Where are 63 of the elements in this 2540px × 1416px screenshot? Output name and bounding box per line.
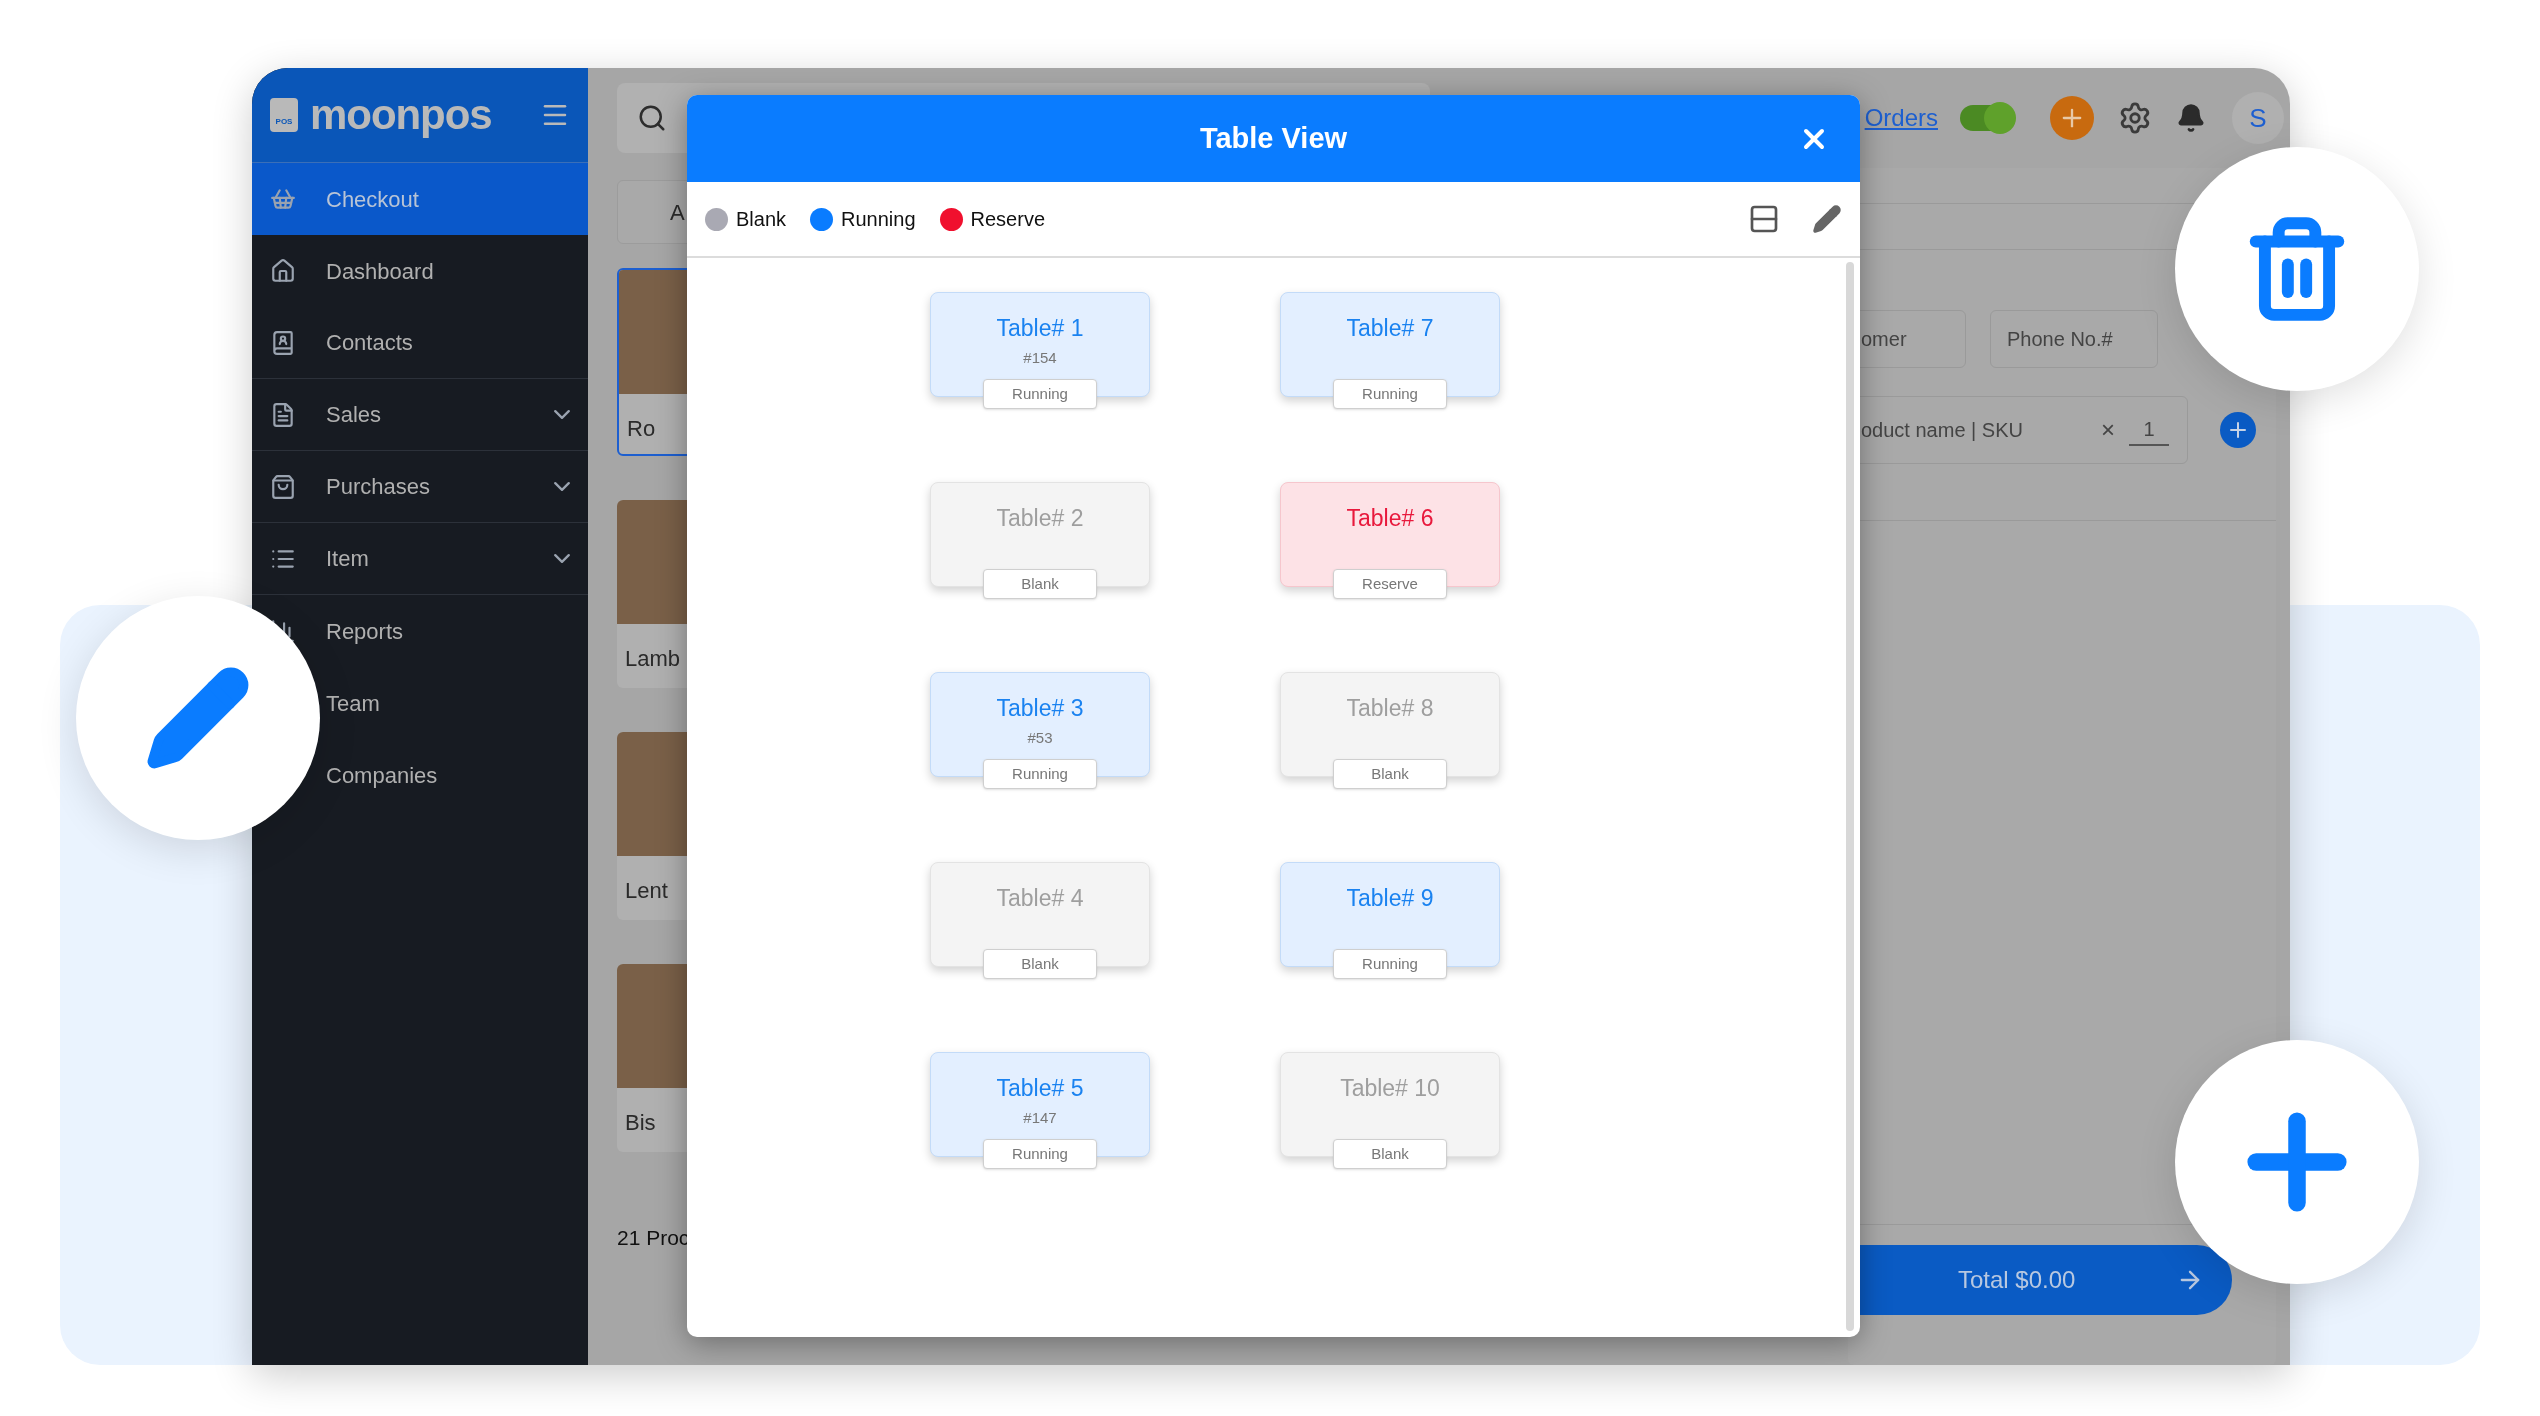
- product-name: Lamb: [624, 645, 682, 673]
- table-status: Blank: [1333, 759, 1447, 789]
- order-number: #147: [1023, 1110, 1057, 1125]
- quantity-field[interactable]: 1: [2129, 414, 2169, 446]
- phone-field[interactable]: Phone No.#: [1990, 310, 2158, 368]
- table-name: Table# 9: [1346, 887, 1434, 910]
- table-name: Table# 10: [1340, 1077, 1440, 1100]
- chevron-icon: [554, 554, 570, 563]
- user-avatar[interactable]: S: [2232, 92, 2284, 144]
- edit-icon[interactable]: [1812, 204, 1842, 234]
- product-name: Lent: [624, 877, 669, 905]
- sidebar-item[interactable]: Item: [252, 523, 588, 595]
- table-status: Running: [1333, 949, 1447, 979]
- search-icon: [637, 103, 667, 133]
- table-status: Blank: [983, 569, 1097, 599]
- table-status: Blank: [983, 949, 1097, 979]
- table-name: Table# 3: [996, 697, 1084, 720]
- clear-button[interactable]: ×: [2101, 412, 2115, 448]
- add-button[interactable]: [2050, 96, 2094, 140]
- table-name: Table# 1: [996, 317, 1084, 340]
- table-name: Table# 6: [1346, 507, 1434, 530]
- logo-text: moonpos: [310, 94, 492, 136]
- settings-icon[interactable]: [2118, 101, 2152, 135]
- menu-item-icon: [270, 401, 296, 428]
- menu-item-icon: [270, 473, 296, 500]
- menu-item-icon: [270, 258, 296, 284]
- sidebar-item[interactable]: Sales: [252, 379, 588, 451]
- legend-label: Blank: [736, 207, 787, 232]
- rows-icon[interactable]: [1748, 203, 1780, 235]
- bell-icon[interactable]: [2176, 103, 2206, 133]
- add-item-button[interactable]: [2220, 412, 2256, 448]
- table-status: Running: [983, 379, 1097, 409]
- product-count: 21 Proc: [617, 1225, 691, 1251]
- legend-label: Reserve: [970, 207, 1046, 232]
- orders-link[interactable]: Orders: [1864, 100, 1938, 136]
- table-name: Table# 5: [996, 1077, 1084, 1100]
- pos-label: POS: [275, 118, 293, 126]
- table-status: Blank: [1333, 1139, 1447, 1169]
- table-status: Reserve: [1333, 569, 1447, 599]
- sidebar-item[interactable]: Dashboard: [252, 235, 588, 307]
- table-status: Running: [1333, 379, 1447, 409]
- sidebar-item[interactable]: Purchases: [252, 451, 588, 523]
- order-number: #154: [1023, 350, 1057, 365]
- chevron-icon: [554, 482, 570, 491]
- chevron-icon: [554, 410, 570, 419]
- table-status: Running: [983, 1139, 1097, 1169]
- dialog-title: Table View: [1199, 120, 1348, 156]
- menu-item-icon: [270, 186, 296, 212]
- sidebar-item[interactable]: Contacts: [252, 307, 588, 379]
- menu-item-icon: [270, 329, 296, 356]
- product-name: Bis: [624, 1109, 657, 1137]
- scrollbar[interactable]: [1846, 262, 1854, 1331]
- product-name: Ro: [626, 415, 657, 443]
- table-status: Running: [983, 759, 1097, 789]
- product-placeholder: oduct name | SKU: [1861, 418, 2023, 443]
- table-name: Table# 2: [996, 507, 1084, 530]
- sidebar-item[interactable]: Checkout: [252, 163, 588, 235]
- legend-label: Running: [841, 207, 916, 232]
- order-number: #53: [1027, 730, 1053, 745]
- table-name: Table# 4: [996, 887, 1084, 910]
- table-name: Table# 7: [1346, 317, 1434, 340]
- table-name: Table# 8: [1346, 697, 1434, 720]
- orders-toggle[interactable]: [1960, 105, 2014, 131]
